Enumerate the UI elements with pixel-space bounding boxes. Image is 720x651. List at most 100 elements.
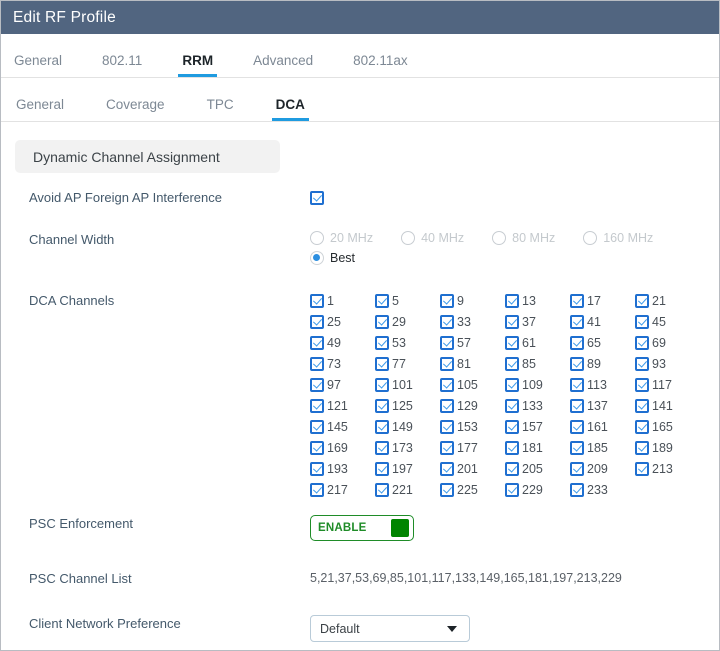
radio-160mhz[interactable] bbox=[583, 231, 598, 245]
dca-channel-item[interactable]: 113 bbox=[570, 376, 635, 393]
checkbox-channel-97[interactable] bbox=[310, 377, 324, 392]
radio-option-160mhz[interactable]: 160 MHz bbox=[583, 231, 653, 245]
subtab-coverage[interactable]: Coverage bbox=[106, 97, 165, 121]
checkbox-channel-205[interactable] bbox=[505, 461, 519, 476]
tab-802-11[interactable]: 802.11 bbox=[102, 53, 142, 77]
dca-channel-item[interactable]: 217 bbox=[310, 481, 375, 498]
dca-channel-item[interactable]: 53 bbox=[375, 334, 440, 351]
checkbox-channel-53[interactable] bbox=[375, 335, 389, 350]
checkbox-channel-85[interactable] bbox=[505, 356, 519, 371]
checkbox-channel-113[interactable] bbox=[570, 377, 584, 392]
dca-channel-item[interactable]: 69 bbox=[635, 334, 700, 351]
subtab-dca[interactable]: DCA bbox=[271, 97, 310, 121]
radio-best[interactable] bbox=[310, 251, 324, 265]
dca-channel-item[interactable]: 117 bbox=[635, 376, 700, 393]
chevron-down-icon[interactable] bbox=[447, 625, 457, 632]
dca-channel-item[interactable]: 233 bbox=[570, 481, 635, 498]
tab-802-11ax[interactable]: 802.11ax bbox=[353, 53, 408, 77]
checkbox-channel-69[interactable] bbox=[635, 335, 649, 350]
dca-channel-item[interactable]: 5 bbox=[375, 292, 440, 309]
checkbox-channel-25[interactable] bbox=[310, 314, 324, 329]
radio-20mhz[interactable] bbox=[310, 231, 324, 245]
checkbox-channel-161[interactable] bbox=[570, 419, 584, 434]
radio-option-80mhz[interactable]: 80 MHz bbox=[492, 231, 555, 245]
dca-channel-item[interactable]: 33 bbox=[440, 313, 505, 330]
dca-channel-item[interactable]: 197 bbox=[375, 460, 440, 477]
dca-channel-item[interactable]: 229 bbox=[505, 481, 570, 498]
checkbox-channel-165[interactable] bbox=[635, 419, 649, 434]
checkbox-channel-65[interactable] bbox=[570, 335, 584, 350]
checkbox-channel-217[interactable] bbox=[310, 482, 324, 497]
dca-channel-item[interactable]: 73 bbox=[310, 355, 375, 372]
dca-channel-item[interactable]: 29 bbox=[375, 313, 440, 330]
dca-channel-item[interactable]: 65 bbox=[570, 334, 635, 351]
checkbox-channel-29[interactable] bbox=[375, 314, 389, 329]
checkbox-channel-77[interactable] bbox=[375, 356, 389, 371]
dca-channel-item[interactable]: 105 bbox=[440, 376, 505, 393]
checkbox-channel-233[interactable] bbox=[570, 482, 584, 497]
checkbox-channel-73[interactable] bbox=[310, 356, 324, 371]
checkbox-channel-197[interactable] bbox=[375, 461, 389, 476]
checkbox-channel-225[interactable] bbox=[440, 482, 454, 497]
checkbox-channel-5[interactable] bbox=[375, 293, 389, 308]
checkbox-channel-185[interactable] bbox=[570, 440, 584, 455]
radio-option-20mhz[interactable]: 20 MHz bbox=[310, 231, 373, 245]
radio-80mhz[interactable] bbox=[492, 231, 507, 245]
checkbox-channel-105[interactable] bbox=[440, 377, 454, 392]
subtab-general[interactable]: General bbox=[16, 97, 64, 121]
dca-channel-item[interactable]: 129 bbox=[440, 397, 505, 414]
dca-channel-item[interactable]: 161 bbox=[570, 418, 635, 435]
checkbox-channel-137[interactable] bbox=[570, 398, 584, 413]
dca-channel-item[interactable]: 169 bbox=[310, 439, 375, 456]
tab-advanced[interactable]: Advanced bbox=[253, 53, 313, 77]
checkbox-channel-49[interactable] bbox=[310, 335, 324, 350]
checkbox-channel-177[interactable] bbox=[440, 440, 454, 455]
dca-channel-item[interactable]: 9 bbox=[440, 292, 505, 309]
tab-rrm[interactable]: RRM bbox=[178, 53, 217, 77]
checkbox-channel-57[interactable] bbox=[440, 335, 454, 350]
checkbox-channel-193[interactable] bbox=[310, 461, 324, 476]
checkbox-channel-153[interactable] bbox=[440, 419, 454, 434]
dca-channel-item[interactable]: 149 bbox=[375, 418, 440, 435]
checkbox-channel-201[interactable] bbox=[440, 461, 454, 476]
checkbox-channel-33[interactable] bbox=[440, 314, 454, 329]
checkbox-channel-213[interactable] bbox=[635, 461, 649, 476]
toggle-psc-enforcement[interactable]: ENABLE bbox=[310, 515, 414, 541]
dca-channel-item[interactable]: 85 bbox=[505, 355, 570, 372]
dca-channel-item[interactable]: 45 bbox=[635, 313, 700, 330]
dca-channel-item[interactable]: 181 bbox=[505, 439, 570, 456]
dca-channel-item[interactable]: 153 bbox=[440, 418, 505, 435]
dca-channel-item[interactable]: 145 bbox=[310, 418, 375, 435]
dca-channel-item[interactable]: 157 bbox=[505, 418, 570, 435]
dca-channel-item[interactable]: 177 bbox=[440, 439, 505, 456]
checkbox-channel-149[interactable] bbox=[375, 419, 389, 434]
radio-40mhz[interactable] bbox=[401, 231, 416, 245]
checkbox-channel-41[interactable] bbox=[570, 314, 584, 329]
checkbox-channel-125[interactable] bbox=[375, 398, 389, 413]
dca-channel-item[interactable]: 133 bbox=[505, 397, 570, 414]
dca-channel-item[interactable]: 13 bbox=[505, 292, 570, 309]
dca-channel-item[interactable]: 137 bbox=[570, 397, 635, 414]
radio-option-40mhz[interactable]: 40 MHz bbox=[401, 231, 464, 245]
radio-option-best[interactable]: Best bbox=[310, 251, 355, 265]
dca-channel-item[interactable]: 1 bbox=[310, 292, 375, 309]
checkbox-channel-133[interactable] bbox=[505, 398, 519, 413]
checkbox-channel-209[interactable] bbox=[570, 461, 584, 476]
dca-channel-item[interactable]: 101 bbox=[375, 376, 440, 393]
dca-channel-item[interactable]: 221 bbox=[375, 481, 440, 498]
checkbox-channel-145[interactable] bbox=[310, 419, 324, 434]
dca-channel-item[interactable]: 97 bbox=[310, 376, 375, 393]
checkbox-channel-1[interactable] bbox=[310, 293, 324, 308]
dca-channel-item[interactable]: 173 bbox=[375, 439, 440, 456]
checkbox-channel-173[interactable] bbox=[375, 440, 389, 455]
checkbox-channel-141[interactable] bbox=[635, 398, 649, 413]
dca-channel-item[interactable]: 81 bbox=[440, 355, 505, 372]
checkbox-channel-37[interactable] bbox=[505, 314, 519, 329]
subtab-tpc[interactable]: TPC bbox=[207, 97, 234, 121]
checkbox-channel-61[interactable] bbox=[505, 335, 519, 350]
dca-channel-item[interactable]: 185 bbox=[570, 439, 635, 456]
dca-channel-item[interactable]: 93 bbox=[635, 355, 700, 372]
dca-channel-item[interactable]: 209 bbox=[570, 460, 635, 477]
dca-channel-item[interactable]: 49 bbox=[310, 334, 375, 351]
checkbox-channel-81[interactable] bbox=[440, 356, 454, 371]
